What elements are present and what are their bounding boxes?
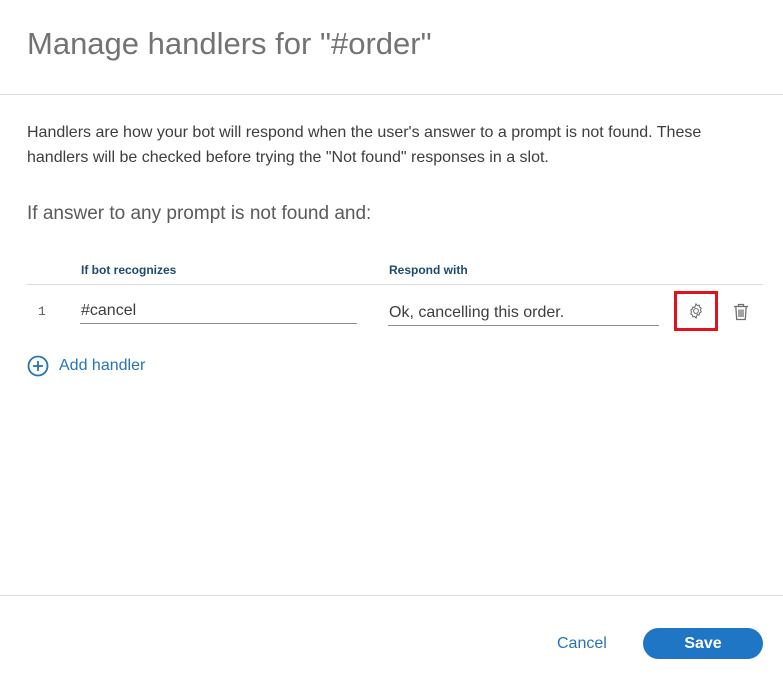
cancel-button[interactable]: Cancel (549, 632, 615, 656)
gear-icon (690, 302, 702, 320)
add-handler-button[interactable]: Add handler (27, 354, 145, 378)
column-header-recognizes: If bot recognizes (81, 263, 177, 277)
delete-handler-button[interactable] (729, 300, 753, 324)
row-number: 1 (38, 304, 46, 319)
dialog-footer: Cancel Save (0, 595, 783, 687)
handlers-table-header: If bot recognizes Respond with (27, 250, 763, 285)
manage-handlers-dialog: Manage handlers for "#order" Handlers ar… (0, 0, 783, 687)
handler-settings-button[interactable] (674, 291, 718, 331)
handlers-subheading: If answer to any prompt is not found and… (27, 203, 372, 224)
dialog-title: Manage handlers for "#order" (27, 26, 432, 61)
add-handler-label: Add handler (59, 357, 146, 374)
intent-input[interactable] (80, 298, 357, 324)
column-header-respond: Respond with (389, 263, 468, 277)
dialog-description: Handlers are how your bot will respond w… (27, 124, 702, 166)
dialog-header: Manage handlers for "#order" (0, 0, 783, 95)
handler-row: 1 (27, 290, 763, 336)
save-button[interactable]: Save (643, 628, 763, 659)
response-input[interactable] (388, 300, 659, 326)
plus-circle-icon (27, 355, 49, 377)
trash-icon (734, 303, 748, 321)
